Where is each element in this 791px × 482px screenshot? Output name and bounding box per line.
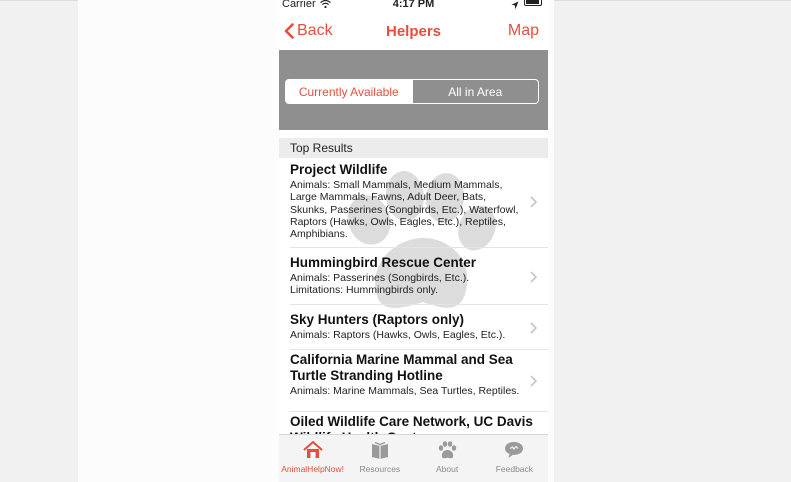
right-margin bbox=[548, 0, 554, 482]
location-arrow-icon bbox=[511, 1, 519, 10]
result-name: Sky Hunters (Raptors only) bbox=[290, 312, 465, 327]
phone-screen: Carrier 4:17 PM Back Helpers Map Current… bbox=[279, 0, 548, 482]
result-row-california-marine-mammal[interactable]: California Marine Mammal and Sea Turtle … bbox=[290, 352, 548, 412]
speech-bubble-icon bbox=[505, 442, 524, 458]
result-description: Animals: Passerines (Songbirds, Etc.). L… bbox=[290, 272, 470, 297]
chevron-right-icon bbox=[530, 196, 537, 208]
tab-about[interactable]: About bbox=[414, 435, 481, 482]
paw-icon bbox=[438, 441, 457, 459]
result-name: Project Wildlife bbox=[290, 162, 388, 177]
tab-label: About bbox=[436, 464, 459, 474]
left-margin bbox=[78, 0, 279, 482]
tab-label: AnimalHelpNow! bbox=[281, 464, 345, 474]
tab-bar: AnimalHelpNow! Resources About Feedback bbox=[279, 434, 548, 482]
tab-feedback[interactable]: Feedback bbox=[481, 435, 548, 482]
result-description: Animals: Marine Mammals, Sea Turtles, Re… bbox=[290, 385, 520, 397]
tab-label: Feedback bbox=[495, 464, 534, 474]
availability-segmented-control: Currently Available All in Area bbox=[285, 79, 539, 104]
result-name: California Marine Mammal and Sea Turtle … bbox=[290, 352, 513, 383]
result-row-oiled-wildlife-care-network[interactable]: Oiled Wildlife Care Network, UC Davis Wi… bbox=[290, 414, 548, 434]
section-header-top-results: Top Results bbox=[279, 138, 548, 158]
filter-bar: Currently Available All in Area bbox=[279, 50, 548, 130]
book-icon bbox=[371, 441, 388, 459]
chevron-right-icon bbox=[530, 375, 537, 387]
tab-animalhelpnow[interactable]: AnimalHelpNow! bbox=[279, 435, 346, 482]
status-bar: Carrier 4:17 PM bbox=[279, 0, 548, 14]
segment-all-in-area[interactable]: All in Area bbox=[411, 80, 539, 103]
result-name: Oiled Wildlife Care Network, UC Davis Wi… bbox=[290, 414, 533, 434]
segment-currently-available[interactable]: Currently Available bbox=[286, 80, 412, 103]
navigation-bar: Back Helpers Map bbox=[279, 14, 548, 50]
tab-label: Resources bbox=[359, 464, 401, 474]
result-row-project-wildlife[interactable]: Project Wildlife Animals: Small Mammals,… bbox=[290, 162, 548, 248]
result-row-sky-hunters[interactable]: Sky Hunters (Raptors only) Animals: Rapt… bbox=[290, 312, 548, 350]
result-description: Animals: Raptors (Hawks, Owls, Eagles, E… bbox=[290, 329, 506, 341]
battery-icon bbox=[524, 0, 542, 6]
chevron-right-icon bbox=[530, 271, 537, 283]
status-time: 4:17 PM bbox=[392, 0, 435, 10]
map-button[interactable]: Map bbox=[508, 22, 539, 40]
results-list[interactable]: Top Results Project Wildlife Animals: Sm… bbox=[279, 130, 548, 434]
result-row-hummingbird-rescue-center[interactable]: Hummingbird Rescue Center Animals: Passe… bbox=[290, 255, 548, 305]
tab-resources[interactable]: Resources bbox=[346, 435, 413, 482]
home-icon bbox=[302, 441, 323, 458]
result-name: Hummingbird Rescue Center bbox=[290, 255, 477, 270]
chevron-right-icon bbox=[530, 322, 537, 334]
result-description: Animals: Small Mammals, Medium Mammals, … bbox=[290, 179, 519, 241]
